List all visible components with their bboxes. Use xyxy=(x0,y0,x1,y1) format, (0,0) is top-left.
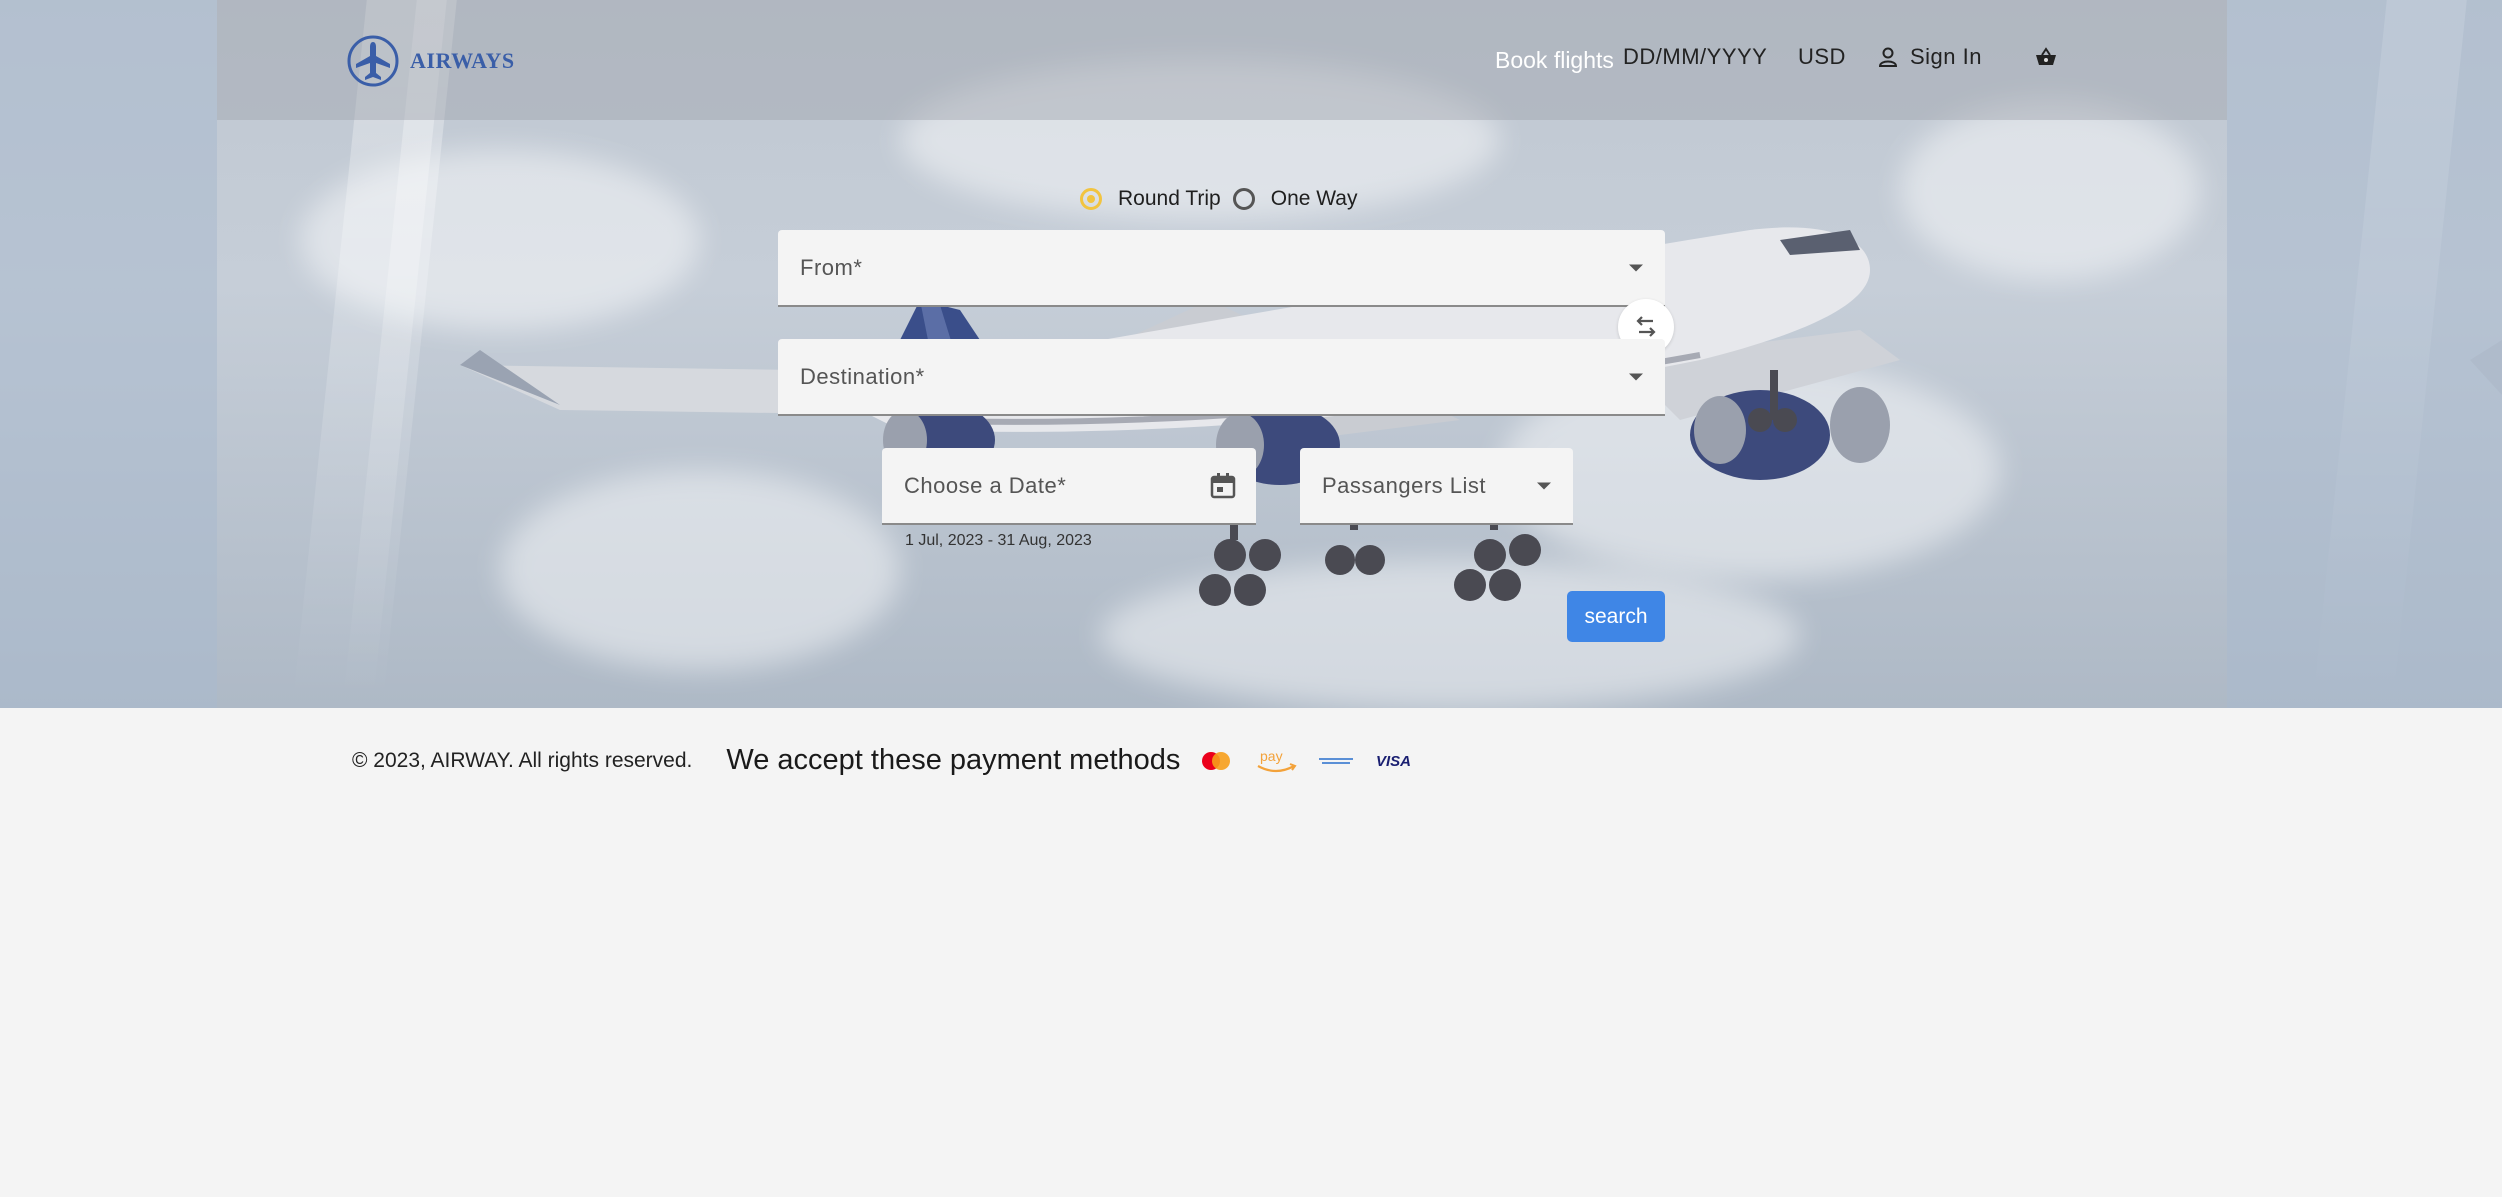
date-range-hint: 1 Jul, 2023 - 31 Aug, 2023 xyxy=(905,532,1092,549)
one-way-radio[interactable] xyxy=(1232,188,1255,210)
nav-book-flights-link[interactable]: Book flights xyxy=(1495,47,1614,74)
destination-label: Destination* xyxy=(800,363,925,389)
payment-methods-text: We accept these payment methods xyxy=(726,744,1181,776)
payment-icons: pay VISA xyxy=(1198,746,1414,776)
hero-side-overlay-right xyxy=(2227,0,2502,708)
hero-side-overlay-left xyxy=(0,0,217,708)
caret-down-icon xyxy=(1629,373,1643,380)
from-select[interactable]: From* xyxy=(778,230,1665,307)
destination-select[interactable]: Destination* xyxy=(778,339,1665,416)
date-label: Choose a Date* xyxy=(904,472,1067,498)
copyright-text: © 2023, AIRWAY. All rights reserved. xyxy=(352,748,693,772)
visa-icon: VISA xyxy=(1376,753,1411,770)
user-icon xyxy=(1878,47,1898,67)
trip-type-radio-group: Round Trip One Way xyxy=(1080,187,1369,211)
swap-arrows-icon xyxy=(1636,316,1656,337)
date-format-selector[interactable]: DD/MM/YYYY xyxy=(1623,44,1767,70)
american-express-icon xyxy=(1319,757,1354,764)
brand-name: AIRWAYS xyxy=(410,48,515,73)
brand-logo[interactable]: AIRWAYS xyxy=(346,34,515,88)
sign-in-label: Sign In xyxy=(1910,44,1982,69)
mastercard-icon xyxy=(1202,751,1231,770)
round-trip-label[interactable]: Round Trip xyxy=(1118,187,1221,211)
caret-down-icon xyxy=(1537,482,1551,489)
search-button[interactable]: search xyxy=(1567,591,1665,642)
cart-button[interactable] xyxy=(2035,47,2057,73)
passengers-select[interactable]: Passangers List xyxy=(1300,448,1573,525)
sign-in-button[interactable]: Sign In xyxy=(1878,44,1982,70)
basket-icon xyxy=(2036,47,2056,65)
footer: © 2023, AIRWAY. All rights reserved. We … xyxy=(352,744,1414,777)
round-trip-radio[interactable] xyxy=(1080,188,1102,210)
one-way-label[interactable]: One Way xyxy=(1271,187,1358,211)
caret-down-icon xyxy=(1629,264,1643,271)
amazon-pay-text: pay xyxy=(1260,748,1283,764)
visa-text: VISA xyxy=(1376,753,1411,770)
calendar-icon[interactable] xyxy=(1209,472,1237,500)
currency-selector[interactable]: USD xyxy=(1798,44,1846,70)
amazon-pay-icon: pay xyxy=(1257,748,1297,772)
airplane-logo-icon xyxy=(347,35,399,87)
passengers-label: Passangers List xyxy=(1322,472,1487,498)
date-input[interactable]: Choose a Date* xyxy=(882,448,1256,525)
from-label: From* xyxy=(800,254,863,280)
